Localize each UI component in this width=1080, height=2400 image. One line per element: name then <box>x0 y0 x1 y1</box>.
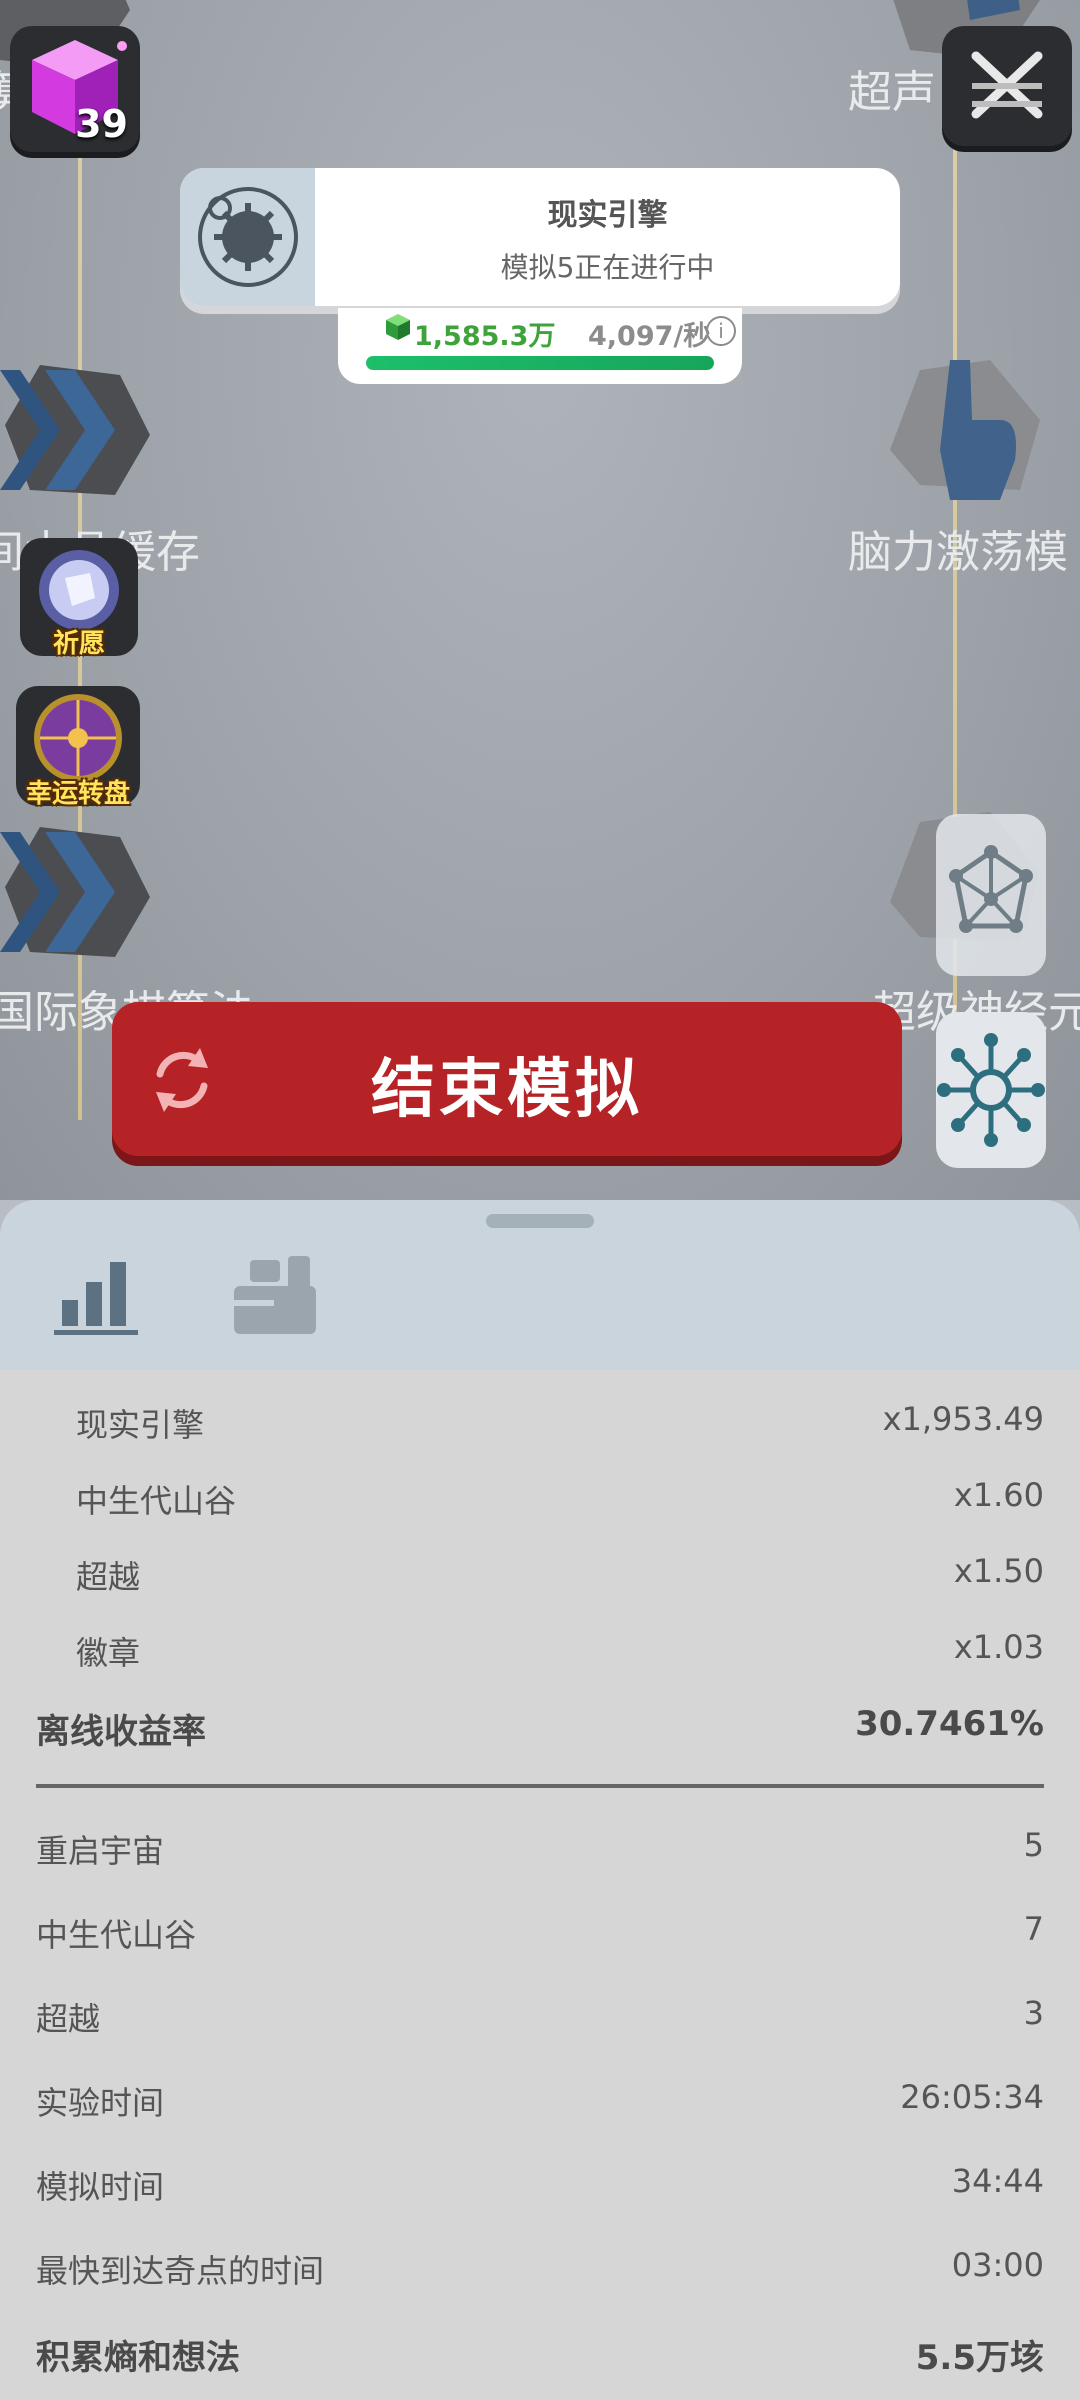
income-progress-bar <box>366 356 714 370</box>
multiplier-label: 中生代山谷 <box>76 1482 237 1520</box>
engine-icon-box <box>180 168 315 306</box>
stat-label: 重启宇宙 <box>36 1832 165 1870</box>
stat-label: 实验时间 <box>36 2084 165 2122</box>
node-rock-mid-left[interactable] <box>0 360 150 500</box>
stats-panel: 现实引擎 x1,953.49 中生代山谷 x1.60 超越 x1.50 徽章 x… <box>0 1200 1080 2400</box>
lucky-wheel-label: 幸运转盘 <box>25 779 130 809</box>
stat-label: 模拟时间 <box>36 2168 165 2206</box>
cube-count: 39 <box>75 102 128 146</box>
multiplier-label: 徽章 <box>76 1634 141 1672</box>
stat-label: 最快到达奇点的时间 <box>36 2252 325 2290</box>
multiplier-label: 超越 <box>76 1558 141 1596</box>
stat-value: 5 <box>1023 1826 1044 1864</box>
wish-button[interactable]: 祈愿 <box>20 538 138 659</box>
node-rock-mid-right[interactable] <box>890 360 1040 500</box>
stat-value: 34:44 <box>951 2162 1044 2200</box>
offline-rate-value: 30.7461% <box>855 1704 1044 1744</box>
income-progress-fill <box>366 356 714 370</box>
accumulated-value: 5.5万垓 <box>915 2338 1044 2378</box>
green-cube-icon <box>386 314 410 340</box>
wish-label: 祈愿 <box>52 629 105 659</box>
accumulated-label: 积累熵和想法 <box>36 2338 240 2378</box>
stat-value: 7 <box>1023 1910 1044 1948</box>
tab-lab-icon[interactable] <box>230 1252 320 1336</box>
income-amount: 1,585.3万 <box>414 321 556 352</box>
end-simulation-button[interactable]: 结束模拟 <box>112 1002 902 1156</box>
offline-rate-label: 离线收益率 <box>36 1712 206 1752</box>
close-menu-button[interactable] <box>942 26 1072 146</box>
info-icon[interactable]: i <box>706 316 736 346</box>
cube-currency-button[interactable]: 39 <box>10 26 140 152</box>
panel-header <box>0 1200 1080 1370</box>
stat-value: 26:05:34 <box>900 2078 1044 2116</box>
end-simulation-label: 结束模拟 <box>371 1053 643 1127</box>
divider <box>36 1784 1044 1788</box>
node-rock-low-left[interactable] <box>0 822 150 962</box>
node-label-top-right: 超声 <box>848 67 936 118</box>
multiplier-label: 现实引擎 <box>76 1406 205 1444</box>
stat-label: 超越 <box>36 2000 101 2038</box>
network-icon <box>949 845 1033 933</box>
stat-label: 中生代山谷 <box>36 1916 197 1954</box>
engine-title: 现实引擎 <box>547 198 668 233</box>
engine-gear-icon <box>198 187 298 287</box>
drag-handle[interactable] <box>486 1214 594 1228</box>
stat-value: 3 <box>1023 1994 1044 2032</box>
engine-subtitle: 模拟5正在进行中 <box>500 251 715 284</box>
multiplier-value: x1.03 <box>953 1628 1044 1666</box>
multiplier-value: x1.50 <box>953 1552 1044 1590</box>
tab-stats-icon[interactable] <box>52 1252 142 1336</box>
income-card: 1,585.3万 4,097/秒 i <box>338 308 742 384</box>
multiplier-value: x1.60 <box>953 1476 1044 1514</box>
engine-status-card[interactable]: 现实引擎 模拟5正在进行中 <box>180 168 900 306</box>
income-rate: 4,097/秒 <box>588 321 711 352</box>
multiplier-value: x1,953.49 <box>882 1400 1044 1438</box>
network-tool-button[interactable] <box>936 814 1046 976</box>
neuron-tool-button[interactable] <box>936 1012 1046 1168</box>
node-label-mid-right: 脑力激荡模 <box>848 527 1068 578</box>
close-icon <box>971 51 1043 119</box>
neuron-icon <box>937 1033 1045 1147</box>
lucky-wheel-button[interactable]: 幸运转盘 <box>16 686 140 809</box>
stat-value: 03:00 <box>951 2246 1044 2284</box>
